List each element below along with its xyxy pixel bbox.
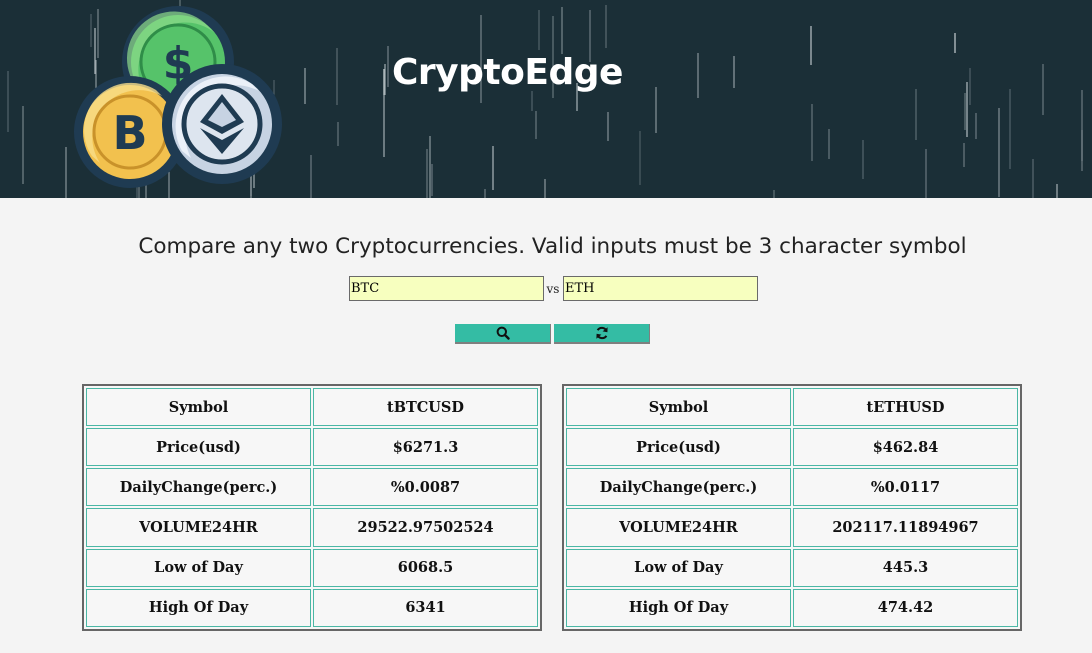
coin2-table: Symbol tETHUSD Price(usd) $462.84 DailyC…: [562, 384, 1022, 631]
ethereum-coin-icon: [162, 64, 282, 184]
table-row-daily-change: DailyChange(perc.) %0.0087: [86, 468, 538, 507]
table-row-high: High Of Day 474.42: [566, 588, 1018, 627]
row-label: VOLUME24HR: [566, 508, 791, 547]
coin1-table: Symbol tBTCUSD Price(usd) $6271.3 DailyC…: [82, 384, 542, 631]
table-row-symbol: Symbol tBTCUSD: [86, 388, 538, 427]
row-label: Low of Day: [86, 548, 311, 587]
row-value: 445.3: [793, 548, 1018, 587]
coin2-input[interactable]: [563, 276, 758, 301]
coin1-input[interactable]: [349, 276, 544, 301]
refresh-button[interactable]: [554, 324, 650, 344]
row-label: DailyChange(perc.): [566, 468, 791, 507]
row-label: DailyChange(perc.): [86, 468, 311, 507]
row-label: High Of Day: [86, 588, 311, 627]
row-value: 29522.97502524: [313, 508, 538, 547]
table-row-volume: VOLUME24HR 29522.97502524: [86, 508, 538, 547]
table-row-low: Low of Day 6068.5: [86, 548, 538, 587]
svg-text:B: B: [112, 106, 147, 160]
row-label: Low of Day: [566, 548, 791, 587]
row-value: tETHUSD: [793, 388, 1018, 427]
row-value: 6068.5: [313, 548, 538, 587]
site-header: $ B CryptoEdge: [0, 0, 1092, 198]
brand-title: CryptoEdge: [392, 52, 623, 93]
row-value: 202117.11894967: [793, 508, 1018, 547]
row-value: tBTCUSD: [313, 388, 538, 427]
row-label: Price(usd): [566, 428, 791, 467]
row-label: Price(usd): [86, 428, 311, 467]
refresh-icon: [595, 326, 608, 340]
row-value: %0.0087: [313, 468, 538, 507]
row-label: Symbol: [566, 388, 791, 427]
crypto-coins-logo: $ B: [74, 6, 282, 188]
row-label: VOLUME24HR: [86, 508, 311, 547]
search-button[interactable]: [455, 324, 551, 344]
row-label: High Of Day: [566, 588, 791, 627]
table-row-price: Price(usd) $6271.3: [86, 428, 538, 467]
row-value: %0.0117: [793, 468, 1018, 507]
row-label: Symbol: [86, 388, 311, 427]
table-row-symbol: Symbol tETHUSD: [566, 388, 1018, 427]
row-value: $462.84: [793, 428, 1018, 467]
table-row-price: Price(usd) $462.84: [566, 428, 1018, 467]
row-value: 474.42: [793, 588, 1018, 627]
row-value: 6341: [313, 588, 538, 627]
row-value: $6271.3: [313, 428, 538, 467]
compare-instructions: Compare any two Cryptocurrencies. Valid …: [138, 234, 967, 259]
search-icon: [496, 326, 510, 340]
table-row-low: Low of Day 445.3: [566, 548, 1018, 587]
table-row-volume: VOLUME24HR 202117.11894967: [566, 508, 1018, 547]
vs-label: vs: [546, 282, 560, 296]
table-row-daily-change: DailyChange(perc.) %0.0117: [566, 468, 1018, 507]
table-row-high: High Of Day 6341: [86, 588, 538, 627]
